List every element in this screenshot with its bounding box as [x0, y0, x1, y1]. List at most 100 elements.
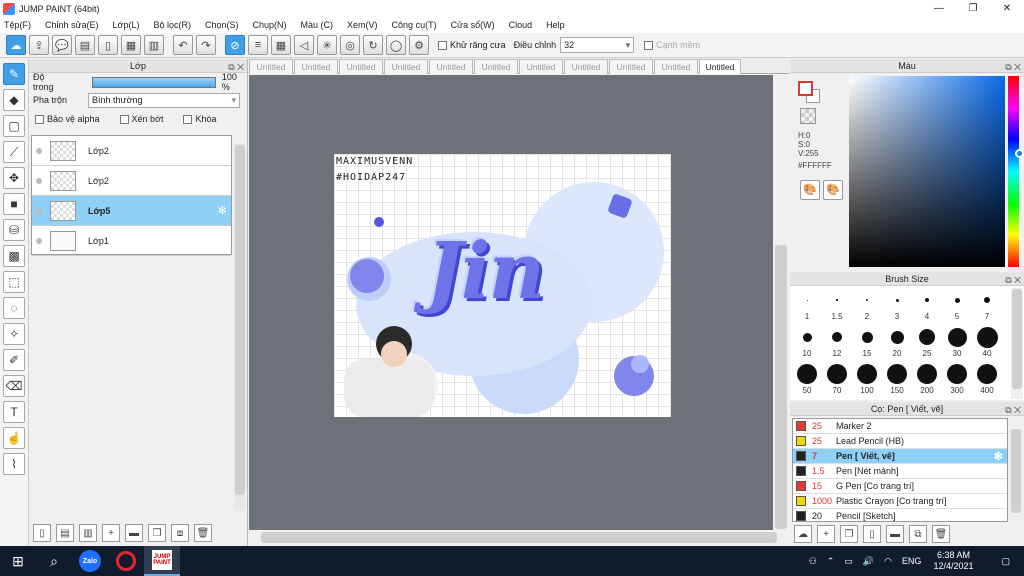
trash-icon[interactable]: 🗑	[932, 525, 950, 543]
palette-icon[interactable]: 🎨	[800, 180, 820, 200]
menu-cloud[interactable]: Cloud	[509, 20, 533, 30]
ellipse-ruler-icon[interactable]: ◯	[386, 35, 406, 55]
grid-document-icon[interactable]: ▦	[121, 35, 141, 55]
document-tab[interactable]: Untitled	[294, 59, 338, 74]
document-tab-active[interactable]: Untitled	[699, 59, 741, 74]
brush-size-option[interactable]: 300	[942, 362, 972, 395]
export-icon[interactable]: ⇪	[29, 35, 49, 55]
search-icon[interactable]: ⌕	[36, 546, 72, 576]
undo-icon[interactable]: ↶	[173, 35, 193, 55]
brush-icon[interactable]: ✎	[3, 63, 25, 85]
menu-select[interactable]: Chọn(S)	[205, 20, 239, 30]
opacity-slider[interactable]	[91, 76, 216, 88]
visibility-icon[interactable]	[36, 177, 42, 184]
speech-bubble-icon[interactable]: 💬	[52, 35, 72, 55]
opera-app[interactable]	[108, 546, 144, 576]
artwork-canvas[interactable]: MAXIMUSVENN #HOIDAP247 Jin	[334, 154, 671, 417]
adjust-dropdown[interactable]: 32	[560, 37, 635, 53]
redo-icon[interactable]: ↷	[196, 35, 216, 55]
eyedropper-icon[interactable]: ⌇	[3, 453, 25, 475]
clipping-checkbox[interactable]	[119, 114, 129, 124]
antialias-checkbox[interactable]	[438, 40, 447, 50]
no-ruler-icon[interactable]: ⊘	[225, 35, 245, 55]
brush-size-option[interactable]: 40	[972, 325, 1002, 358]
settings-ruler-icon[interactable]: ⚙	[409, 35, 429, 55]
brush-size-option[interactable]: 7	[972, 288, 1002, 321]
jump-paint-app[interactable]: JUMP PAINT	[144, 546, 180, 576]
smooth-edge-checkbox[interactable]	[644, 40, 654, 50]
brush-size-option[interactable]: 5	[942, 288, 972, 321]
move-icon[interactable]: ✥	[3, 167, 25, 189]
maximize-button[interactable]: ❐	[956, 3, 990, 14]
chevron-up-icon[interactable]: ⌃	[827, 556, 835, 567]
windows-start-icon[interactable]: ⊞	[0, 546, 36, 576]
menu-tools[interactable]: Công cụ(T)	[392, 20, 437, 30]
minimize-button[interactable]: —	[922, 3, 956, 14]
lock-checkbox[interactable]	[183, 114, 193, 124]
folder-icon[interactable]: ▬	[886, 525, 904, 543]
brush-size-option[interactable]: 20	[882, 325, 912, 358]
rectangle-icon[interactable]: ▢	[3, 115, 25, 137]
brush-size-option[interactable]: 400	[972, 362, 1002, 395]
brush-size-option[interactable]: 4	[912, 288, 942, 321]
clock[interactable]: 6:38 AM 12/4/2021	[933, 550, 973, 572]
new-layer-icon[interactable]: ▯	[33, 524, 51, 542]
menu-capture[interactable]: Chụp(N)	[253, 20, 287, 30]
new-raster-icon[interactable]: ▤	[56, 524, 74, 542]
brush-size-option[interactable]: 200	[912, 362, 942, 395]
layer-item[interactable]: Lớp1	[32, 226, 231, 256]
add-brush-icon[interactable]: +	[817, 525, 835, 543]
brush-item[interactable]: 20 Pencil [Sketch]	[793, 509, 1007, 521]
magic-wand-icon[interactable]: ✧	[3, 323, 25, 345]
brush-size-option[interactable]: 25	[912, 325, 942, 358]
panel-close-icon[interactable]: ⧉ ✕	[1005, 273, 1021, 287]
blend-mode-select[interactable]: Bình thường	[88, 92, 241, 108]
select-eraser-icon[interactable]: ⌫	[3, 375, 25, 397]
add-layer-icon[interactable]: +	[102, 524, 120, 542]
cloud-download-icon[interactable]: ☁	[794, 525, 812, 543]
trash-icon[interactable]: 🗑	[194, 524, 212, 542]
brush-item[interactable]: 25 Lead Pencil (HB)	[793, 434, 1007, 449]
fill-rectangle-icon[interactable]: ■	[3, 193, 25, 215]
volume-icon[interactable]: 🔊	[863, 556, 874, 567]
hue-slider[interactable]	[1008, 76, 1019, 267]
gear-icon[interactable]: ✻	[218, 204, 227, 217]
brush-size-option[interactable]: 30	[942, 325, 972, 358]
battery-icon[interactable]: ▭	[844, 556, 853, 567]
eraser-icon[interactable]: ◆	[3, 89, 25, 111]
notification-icon[interactable]: ▢	[1001, 556, 1010, 567]
select-pen-icon[interactable]: ✐	[3, 349, 25, 371]
menu-file[interactable]: Tệp(F)	[4, 20, 31, 30]
panel-close-icon[interactable]: ⧉ ✕	[1005, 403, 1021, 417]
menu-filter[interactable]: Bộ lọc(R)	[153, 20, 191, 30]
transparent-color-swatch[interactable]	[800, 108, 816, 124]
layer-scrollbar[interactable]	[234, 144, 246, 511]
layout-icon[interactable]: ▥	[144, 35, 164, 55]
parallel-ruler-icon[interactable]: ≡	[248, 35, 268, 55]
layer-item[interactable]: Lớp2	[32, 136, 231, 166]
visibility-icon[interactable]	[36, 237, 42, 244]
smooth-edge-toggle[interactable]: Cạnh mềm	[644, 40, 700, 50]
curve-ruler-icon[interactable]: ↻	[363, 35, 383, 55]
menu-window[interactable]: Cửa sổ(W)	[451, 20, 495, 30]
layer-item[interactable]: Lớp2	[32, 166, 231, 196]
lasso-icon[interactable]: ◌	[3, 297, 25, 319]
merge-icon[interactable]: ⧈	[171, 524, 189, 542]
document-icon[interactable]: ▯	[98, 35, 118, 55]
document-tab[interactable]: Untitled	[519, 59, 563, 74]
brush-item[interactable]: 1000 Plastic Crayon [Co trang trí]	[793, 494, 1007, 509]
layer-item-selected[interactable]: Lớp5 ✻	[32, 196, 231, 226]
foreground-color-swatch[interactable]	[798, 81, 813, 96]
people-icon[interactable]: ⚇	[809, 556, 817, 567]
brush-size-option[interactable]: 1.5	[822, 288, 852, 321]
brush-size-option[interactable]: 2	[852, 288, 882, 321]
menu-help[interactable]: Help	[546, 20, 565, 30]
brush-size-option[interactable]: 3	[882, 288, 912, 321]
protect-alpha-option[interactable]: Bảo vệ alpha	[35, 114, 100, 124]
brush-item-selected[interactable]: 7 Pen [ Viết, vẽ] ✻	[793, 449, 1007, 464]
document-tab[interactable]: Untitled	[609, 59, 653, 74]
document-tab[interactable]: Untitled	[564, 59, 608, 74]
menu-view[interactable]: Xem(V)	[347, 20, 378, 30]
cloud-icon[interactable]: ☁	[6, 35, 26, 55]
line-icon[interactable]: ⟋	[3, 141, 25, 163]
